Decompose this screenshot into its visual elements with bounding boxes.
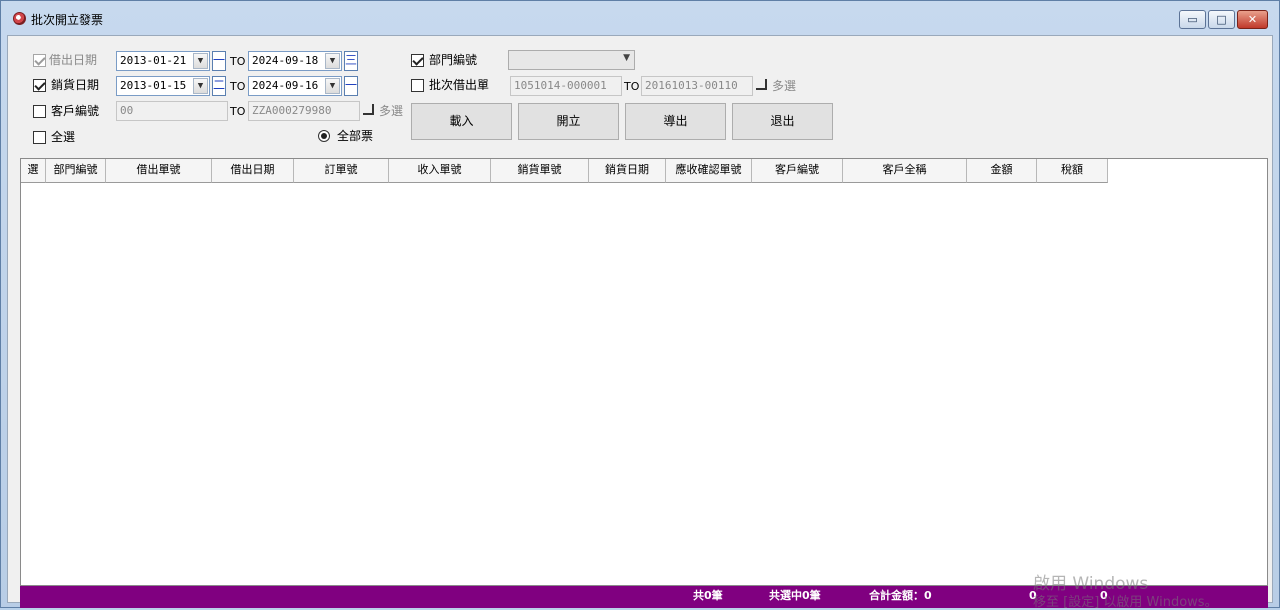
minimize-button[interactable]: ▭ bbox=[1179, 10, 1206, 29]
app-icon bbox=[13, 12, 26, 25]
all-invoices-label: 全部票 bbox=[337, 129, 374, 143]
loan-date-to-value: 2024-09-18 bbox=[252, 54, 319, 67]
batch-loan-checkbox[interactable] bbox=[411, 79, 424, 92]
customer-no-to-field[interactable]: ZZA000279980 bbox=[248, 101, 360, 121]
app-window: 批次開立發票 ▭ □ ✕ 借出日期 2013-01-21 ▼ 一 TO 2024… bbox=[0, 0, 1280, 610]
selected-count: 共選中0筆 bbox=[769, 589, 821, 602]
grid-header: 選 部門編號 借出單號 借出日期 訂單號 收入單號 銷貨單號 銷貨日期 應收確認… bbox=[21, 159, 1108, 183]
column-header[interactable]: 應收確認單號 bbox=[666, 159, 752, 183]
status-bar: 共0筆 共選中0筆 合計金額：0 0 0 bbox=[20, 586, 1268, 608]
loan-date-from[interactable]: 2013-01-21 ▼ bbox=[116, 51, 210, 71]
batch-multi-select-label[interactable]: 多選 bbox=[772, 78, 796, 94]
column-header[interactable]: 借出日期 bbox=[212, 159, 294, 183]
select-all-checkbox[interactable] bbox=[33, 131, 46, 144]
column-header[interactable]: 部門編號 bbox=[46, 159, 106, 183]
dept-no-label: 部門編號 bbox=[429, 53, 478, 67]
sales-date-label: 銷貨日期 bbox=[51, 78, 100, 92]
batch-loan-to-field[interactable]: 20161013-00110 bbox=[641, 76, 753, 96]
loan-date-op2-button[interactable]: 三 bbox=[344, 51, 358, 71]
batch-loan-from-field[interactable]: 1051014-000001 bbox=[510, 76, 622, 96]
loan-date-from-value: 2013-01-21 bbox=[120, 54, 187, 67]
status-value-2: 0 bbox=[1100, 589, 1108, 602]
loan-date-label: 借出日期 bbox=[49, 53, 98, 67]
chevron-down-icon[interactable]: ▼ bbox=[325, 78, 340, 94]
sales-date-to-label: TO bbox=[230, 80, 246, 93]
sales-date-checkbox[interactable] bbox=[33, 79, 46, 92]
export-button[interactable]: 導出 bbox=[625, 103, 726, 140]
loan-date-op1-button[interactable]: 一 bbox=[212, 51, 226, 71]
window-title: 批次開立發票 bbox=[31, 13, 104, 27]
column-header[interactable]: 客戶全稱 bbox=[843, 159, 967, 183]
chevron-down-icon[interactable]: ▼ bbox=[623, 53, 630, 63]
chevron-down-icon[interactable]: ▼ bbox=[193, 78, 208, 94]
column-header[interactable]: 訂單號 bbox=[294, 159, 389, 183]
chevron-down-icon[interactable]: ▼ bbox=[325, 53, 340, 69]
dept-no-select[interactable]: ▼ bbox=[508, 50, 635, 70]
sales-date-to[interactable]: 2024-09-16 ▼ bbox=[248, 76, 342, 96]
all-invoices-radio[interactable] bbox=[318, 130, 330, 142]
batch-loan-to-label: TO bbox=[624, 80, 640, 93]
main-content: 借出日期 2013-01-21 ▼ 一 TO 2024-09-18 ▼ 三 銷貨… bbox=[7, 35, 1273, 610]
customer-no-from-field[interactable]: 00 bbox=[116, 101, 228, 121]
dept-no-checkbox[interactable] bbox=[411, 54, 424, 67]
column-header[interactable]: 稅額 bbox=[1037, 159, 1108, 183]
column-header[interactable]: 銷貨日期 bbox=[589, 159, 666, 183]
column-header[interactable]: 金額 bbox=[967, 159, 1037, 183]
customer-multi-select-label[interactable]: 多選 bbox=[379, 103, 403, 119]
column-header[interactable]: 客戶編號 bbox=[752, 159, 843, 183]
batch-loan-label: 批次借出單 bbox=[429, 78, 490, 92]
sales-date-op1-button[interactable]: 二 bbox=[212, 76, 226, 96]
loan-date-checkbox[interactable] bbox=[33, 54, 46, 67]
total-count: 共0筆 bbox=[693, 589, 723, 602]
column-header[interactable]: 借出單號 bbox=[106, 159, 212, 183]
issue-button[interactable]: 開立 bbox=[518, 103, 619, 140]
loan-date-to[interactable]: 2024-09-18 ▼ bbox=[248, 51, 342, 71]
load-button[interactable]: 載入 bbox=[411, 103, 512, 140]
customer-no-checkbox[interactable] bbox=[33, 105, 46, 118]
sales-date-from-value: 2013-01-15 bbox=[120, 79, 187, 92]
maximize-button[interactable]: □ bbox=[1208, 10, 1235, 29]
close-button[interactable]: ✕ bbox=[1237, 10, 1268, 29]
exit-button[interactable]: 退出 bbox=[732, 103, 833, 140]
customer-no-label: 客戶編號 bbox=[51, 104, 100, 118]
chevron-down-icon[interactable]: ▼ bbox=[193, 53, 208, 69]
column-header[interactable]: 銷貨單號 bbox=[491, 159, 589, 183]
sales-date-op2-button[interactable]: 一 bbox=[344, 76, 358, 96]
batch-multi-select-icon[interactable] bbox=[756, 79, 767, 90]
select-all-label: 全選 bbox=[51, 130, 76, 144]
sales-date-from[interactable]: 2013-01-15 ▼ bbox=[116, 76, 210, 96]
status-value-1: 0 bbox=[1029, 589, 1037, 602]
invoice-grid[interactable]: 選 部門編號 借出單號 借出日期 訂單號 收入單號 銷貨單號 銷貨日期 應收確認… bbox=[20, 158, 1268, 586]
column-header[interactable]: 選 bbox=[21, 159, 46, 183]
column-header[interactable]: 收入單號 bbox=[389, 159, 491, 183]
title-bar: 批次開立發票 ▭ □ ✕ bbox=[1, 1, 1279, 35]
sum-amount: 合計金額：0 bbox=[869, 589, 932, 602]
customer-multi-select-icon[interactable] bbox=[363, 104, 374, 115]
customer-no-to-label: TO bbox=[230, 105, 246, 118]
sales-date-to-value: 2024-09-16 bbox=[252, 79, 319, 92]
loan-date-to-label: TO bbox=[230, 55, 246, 68]
